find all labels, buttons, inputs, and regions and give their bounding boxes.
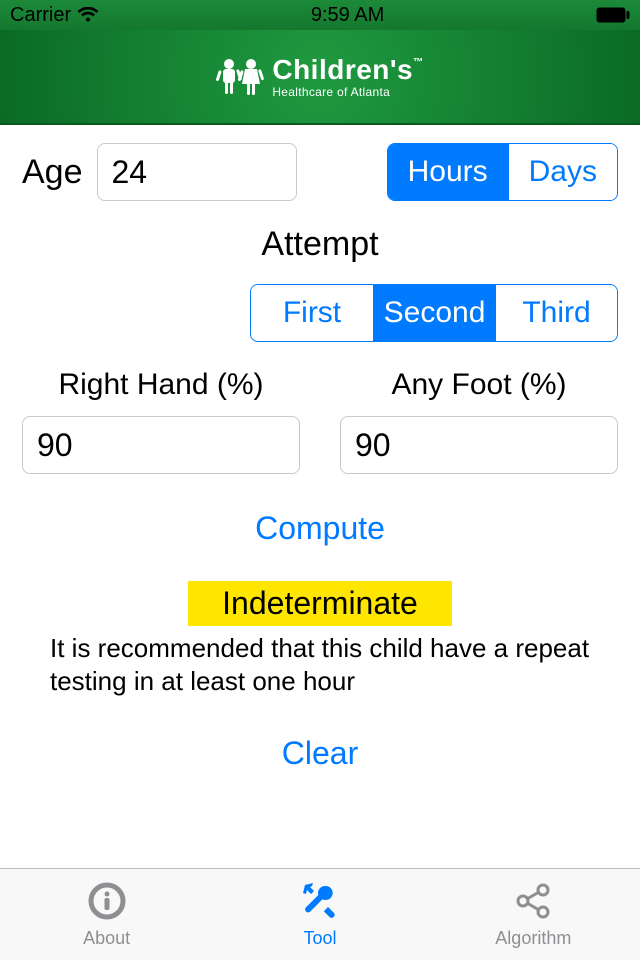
tab-about[interactable]: About xyxy=(0,869,213,960)
any-foot-label: Any Foot (%) xyxy=(340,368,618,402)
age-input[interactable]: 24 xyxy=(97,143,297,201)
main-content: Age 24 Hours Days Attempt First Second T… xyxy=(0,125,640,772)
brand-name: Children's xyxy=(272,54,413,85)
tab-bar: About Tool Algorithm xyxy=(0,868,640,960)
age-label: Age xyxy=(22,153,83,192)
tools-icon xyxy=(300,881,340,926)
brand-tagline: Healthcare of Atlanta xyxy=(272,86,423,98)
compute-button[interactable]: Compute xyxy=(22,510,618,547)
clear-button[interactable]: Clear xyxy=(22,735,618,772)
age-unit-hours[interactable]: Hours xyxy=(388,144,508,200)
any-foot-input[interactable]: 90 xyxy=(340,416,618,474)
status-bar: Carrier 9:59 AM xyxy=(0,0,640,30)
tab-tool[interactable]: Tool xyxy=(213,869,426,960)
tab-about-label: About xyxy=(83,928,130,949)
attempt-second[interactable]: Second xyxy=(373,285,495,341)
info-icon xyxy=(87,881,127,926)
attempt-first[interactable]: First xyxy=(251,285,373,341)
share-nodes-icon xyxy=(513,881,553,926)
battery-icon xyxy=(596,7,630,23)
clock-label: 9:59 AM xyxy=(311,4,384,27)
attempt-third[interactable]: Third xyxy=(495,285,617,341)
result-badge: Indeterminate xyxy=(188,581,452,626)
right-hand-label: Right Hand (%) xyxy=(22,368,300,402)
app-header: Children's™ Healthcare of Atlanta xyxy=(0,30,640,125)
tab-algorithm[interactable]: Algorithm xyxy=(427,869,640,960)
age-unit-segmented: Hours Days xyxy=(387,143,618,201)
wifi-icon xyxy=(77,7,99,23)
tab-algorithm-label: Algorithm xyxy=(495,928,571,949)
attempt-segmented: First Second Third xyxy=(250,284,618,342)
age-unit-days[interactable]: Days xyxy=(508,144,617,200)
result-message: It is recommended that this child have a… xyxy=(50,632,590,697)
right-hand-input[interactable]: 90 xyxy=(22,416,300,474)
carrier-label: Carrier xyxy=(10,4,71,27)
brand-logo: Children's™ Healthcare of Atlanta xyxy=(216,56,423,98)
children-figures-icon xyxy=(216,57,264,97)
attempt-title: Attempt xyxy=(22,225,618,264)
tab-tool-label: Tool xyxy=(303,928,336,949)
